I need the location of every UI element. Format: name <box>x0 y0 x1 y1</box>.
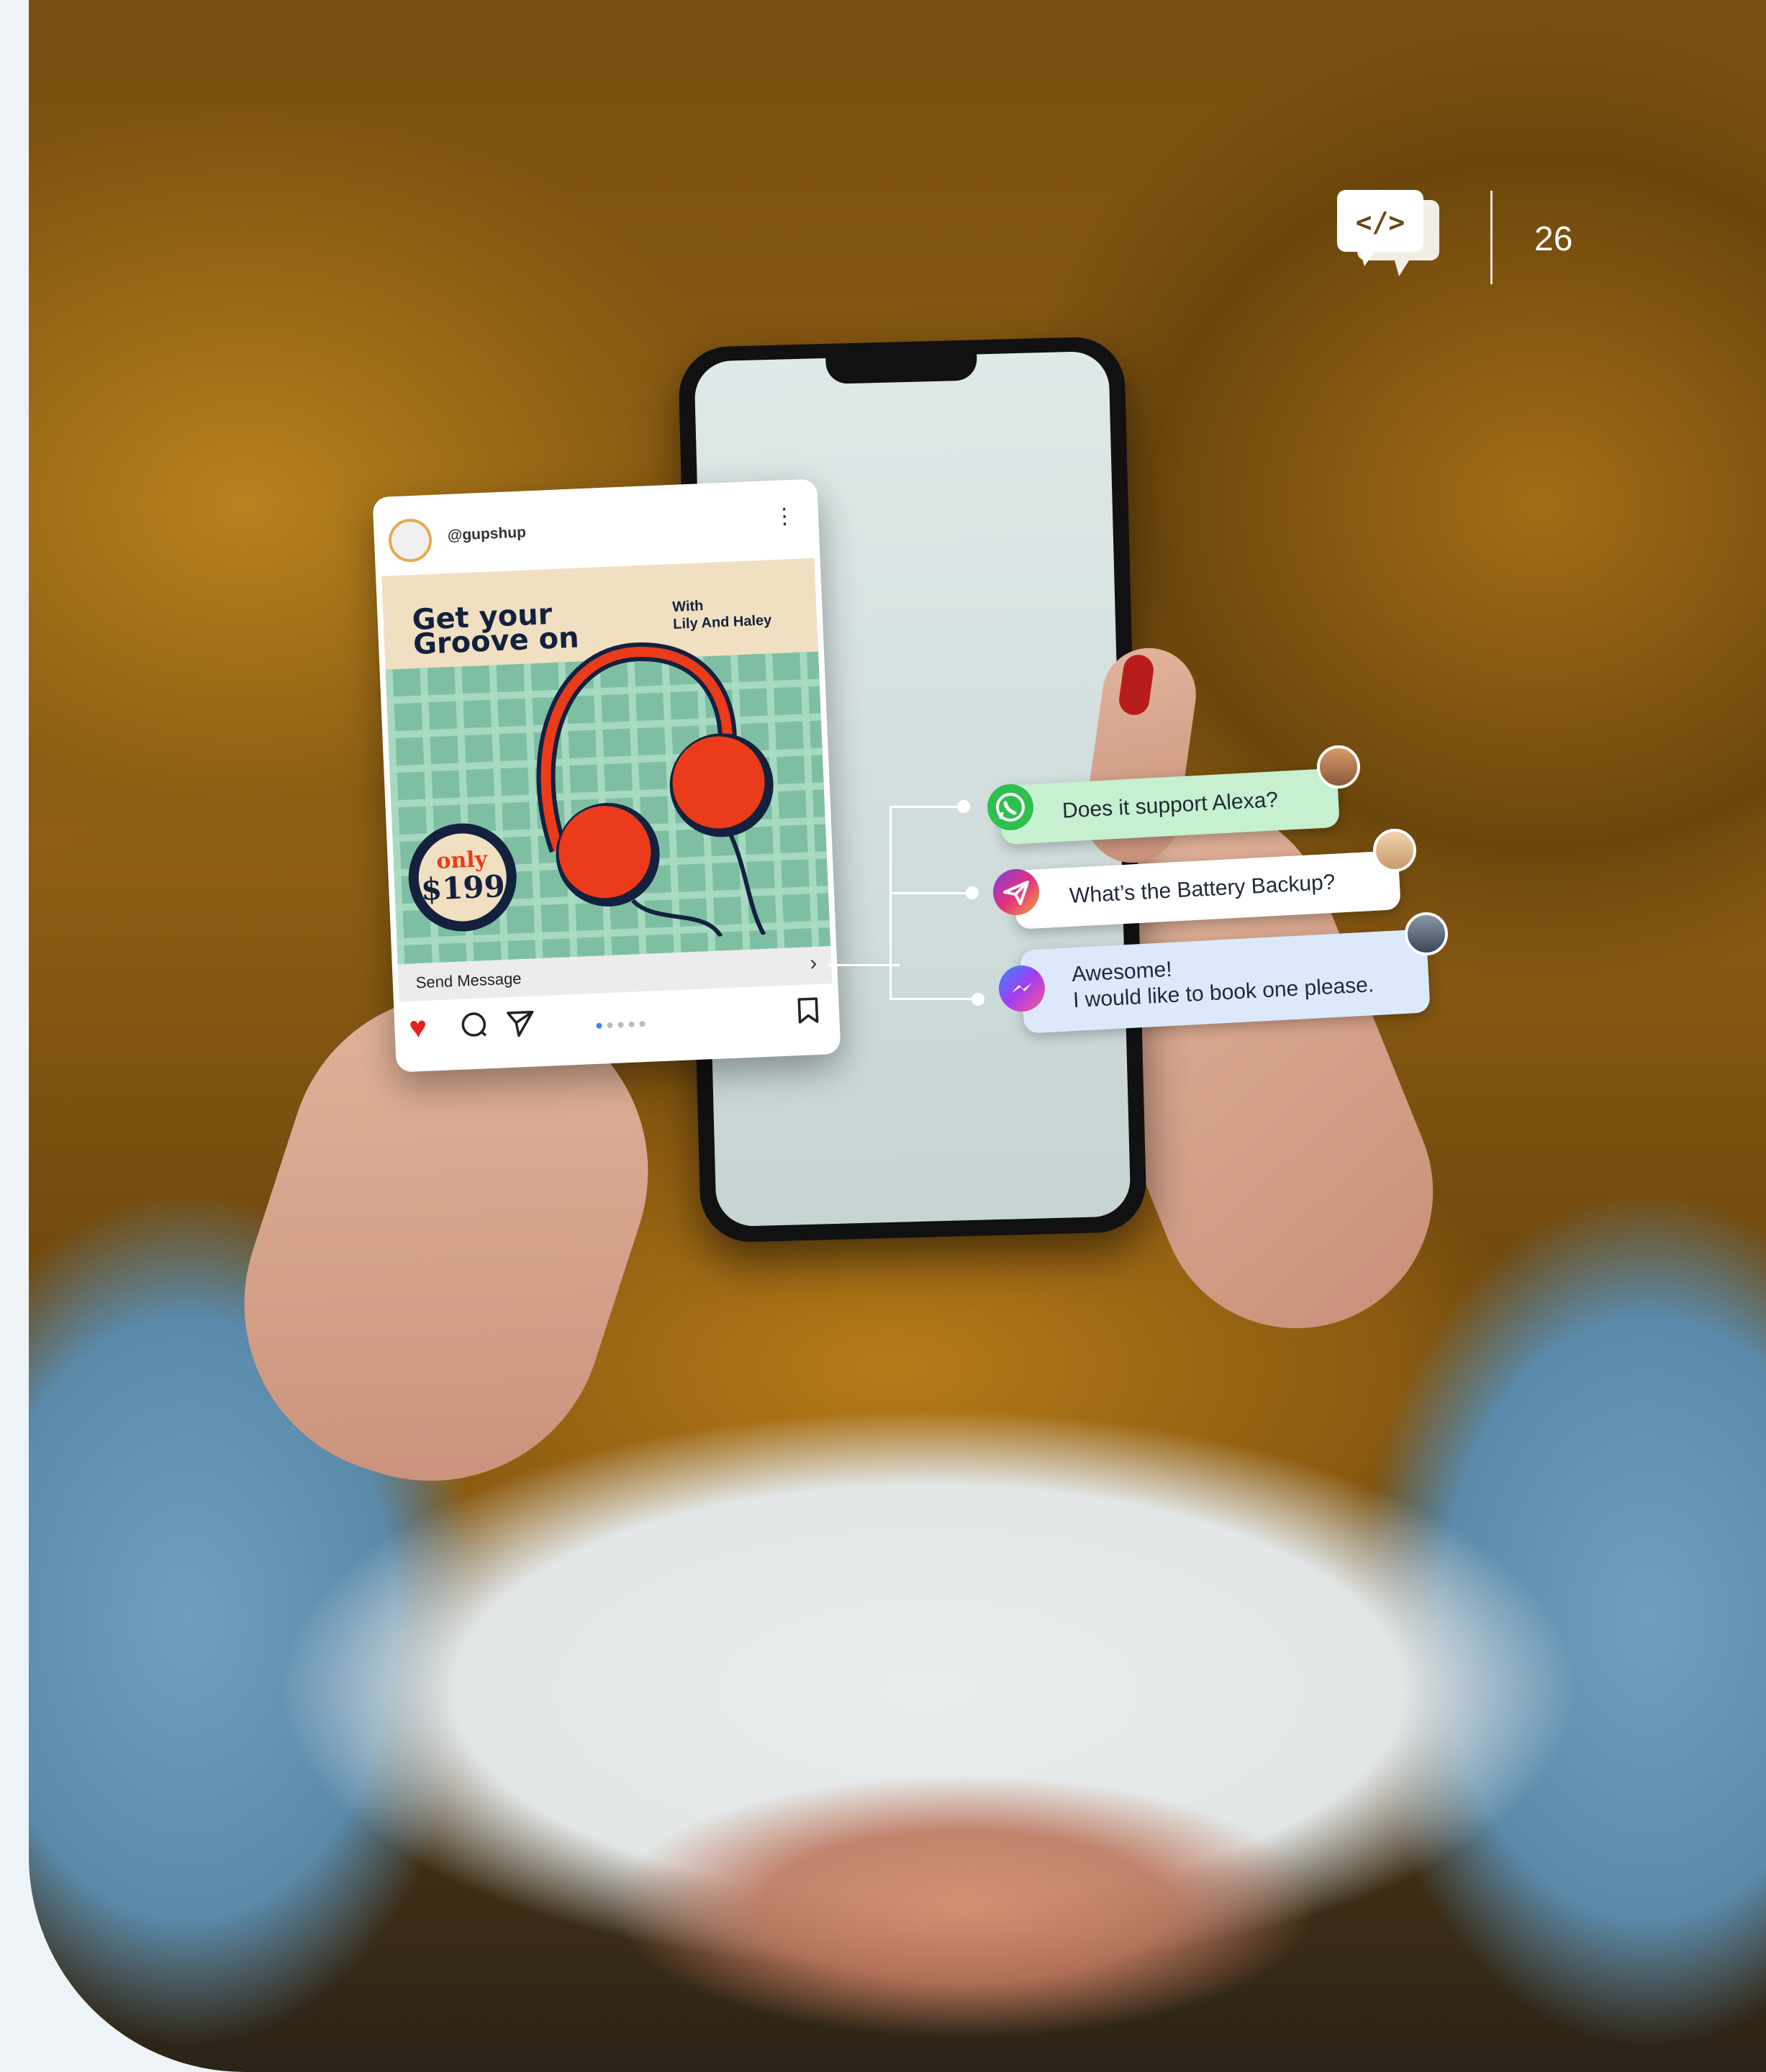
connector-line <box>889 892 970 894</box>
whatsapp-icon <box>987 784 1033 830</box>
user-avatar <box>1405 912 1448 955</box>
connector-node <box>972 993 984 1006</box>
carousel-dot[interactable] <box>617 1022 624 1028</box>
carousel-dot[interactable] <box>628 1021 635 1028</box>
message-text: What’s the Battery Backup? <box>1069 870 1336 909</box>
connector-line <box>889 806 892 1000</box>
messenger-icon <box>999 965 1045 1012</box>
profile-avatar[interactable] <box>387 517 433 563</box>
carousel-dot[interactable] <box>596 1022 602 1029</box>
user-avatar <box>1373 829 1416 872</box>
carousel-dot[interactable] <box>639 1021 646 1027</box>
post-handle[interactable]: @gupshup <box>447 524 526 545</box>
like-heart-icon[interactable]: ♥ <box>408 1010 427 1045</box>
carousel-dot[interactable] <box>607 1022 613 1029</box>
page-number: 26 <box>1534 220 1573 258</box>
share-send-icon[interactable] <box>504 1007 536 1044</box>
connector-node <box>957 800 970 813</box>
chevron-right-icon: › <box>809 951 818 976</box>
price-value: $199 <box>420 868 506 907</box>
instagram-direct-icon <box>993 869 1039 915</box>
more-options-icon[interactable]: ⋮ <box>773 504 795 529</box>
pattern-background: only $199 <box>385 642 831 965</box>
carousel-indicator <box>596 1017 651 1032</box>
svg-text:</>: </> <box>1356 206 1405 238</box>
message-text: Does it support Alexa? <box>1061 788 1279 823</box>
post-header: @gupshup ⋮ <box>387 502 805 570</box>
bookmark-icon[interactable] <box>795 996 821 1030</box>
comment-icon[interactable] <box>459 1009 489 1045</box>
phone-notch <box>825 348 978 384</box>
header-divider <box>1490 191 1493 284</box>
user-avatar <box>1317 745 1360 789</box>
social-post-card[interactable]: @gupshup ⋮ Get your Groove on With Lily … <box>372 478 841 1073</box>
connector-node <box>966 886 979 899</box>
send-message-label: Send Message <box>415 969 522 992</box>
post-image: Get your Groove on With Lily And Haley o… <box>381 558 831 965</box>
post-actions: ♥ <box>408 996 826 1056</box>
headphones-illustration <box>536 642 774 938</box>
background-photo <box>29 0 1766 2072</box>
connector-line <box>889 998 977 1000</box>
message-text: Awesome! I would like to book one please… <box>1071 957 1375 1013</box>
post-subhead: With Lily And Haley <box>671 598 772 632</box>
gupshup-logo-icon: </> <box>1337 186 1445 286</box>
connector-line <box>828 964 900 966</box>
connector-line <box>889 806 961 808</box>
